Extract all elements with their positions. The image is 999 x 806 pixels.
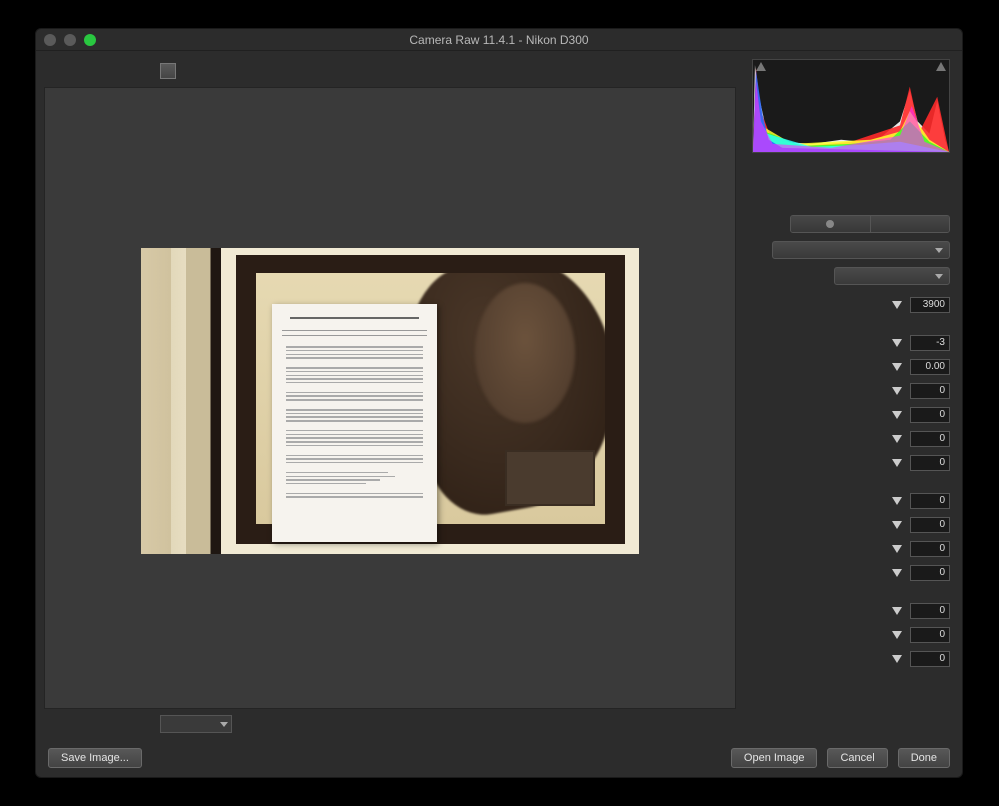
slider-saturation: 0 — [752, 599, 950, 623]
slider-value[interactable]: 0 — [910, 603, 950, 619]
slider-value[interactable]: 0 — [910, 541, 950, 557]
slider-handle-icon[interactable] — [892, 435, 902, 443]
slider-handle-icon[interactable] — [892, 301, 902, 309]
content-area: 3900 -3 0.00 0 0 0 0 0 0 0 0 0 0 0 — [36, 51, 962, 739]
slider-temperature: 3900 — [752, 293, 950, 317]
slider-shadows: 0 — [752, 427, 950, 451]
slider-handle-icon[interactable] — [892, 545, 902, 553]
shadow-clip-warning-icon[interactable] — [756, 62, 766, 71]
slider-value[interactable]: 0 — [910, 565, 950, 581]
tool-button[interactable] — [160, 63, 176, 79]
slider-vibrance: 0 — [752, 561, 950, 585]
main-pane — [36, 51, 744, 739]
slider-value[interactable]: 0 — [910, 627, 950, 643]
chevron-down-icon — [935, 248, 943, 253]
slider-handle-icon[interactable] — [892, 607, 902, 615]
profile-dropdown[interactable] — [772, 241, 950, 259]
close-window-button[interactable] — [44, 34, 56, 46]
slider-value[interactable]: 0 — [910, 431, 950, 447]
slider-handle-icon[interactable] — [892, 497, 902, 505]
window-title: Camera Raw 11.4.1 - Nikon D300 — [36, 33, 962, 47]
preview-image — [141, 248, 639, 554]
open-image-button[interactable]: Open Image — [731, 748, 818, 768]
slider-highlights: 0 — [752, 403, 950, 427]
mode-segment-a[interactable] — [791, 216, 871, 232]
white-balance-dropdown[interactable] — [834, 267, 950, 285]
slider-handle-icon[interactable] — [892, 631, 902, 639]
slider-handle-icon[interactable] — [892, 655, 902, 663]
app-window: Camera Raw 11.4.1 - Nikon D300 — [35, 28, 963, 778]
mode-segment-b[interactable] — [871, 216, 950, 232]
zoom-window-button[interactable] — [84, 34, 96, 46]
minimize-window-button[interactable] — [64, 34, 76, 46]
footer: Save Image... Open Image Cancel Done — [36, 739, 962, 777]
histogram-plot — [753, 60, 949, 152]
toolbar — [44, 59, 736, 83]
done-button[interactable]: Done — [898, 748, 950, 768]
slider-tint: -3 — [752, 331, 950, 355]
slider-value[interactable]: 0 — [910, 651, 950, 667]
slider-extra2: 0 — [752, 647, 950, 671]
zoom-select[interactable] — [160, 715, 232, 733]
slider-handle-icon[interactable] — [892, 411, 902, 419]
slider-value[interactable]: 0 — [910, 407, 950, 423]
chevron-down-icon — [935, 274, 943, 279]
mode-segmented-control[interactable] — [790, 215, 950, 233]
slider-handle-icon[interactable] — [892, 339, 902, 347]
zoom-bar — [44, 709, 736, 739]
slider-blacks: 0 — [752, 489, 950, 513]
slider-handle-icon[interactable] — [892, 459, 902, 467]
slider-value[interactable]: 3900 — [910, 297, 950, 313]
slider-exposure: 0.00 — [752, 355, 950, 379]
chevron-down-icon — [220, 722, 228, 727]
slider-dehaze: 0 — [752, 537, 950, 561]
slider-handle-icon[interactable] — [892, 387, 902, 395]
slider-value[interactable]: 0 — [910, 493, 950, 509]
slider-clarity: 0 — [752, 513, 950, 537]
slider-value[interactable]: 0.00 — [910, 359, 950, 375]
image-canvas[interactable] — [44, 87, 736, 709]
adjustments-panel: 3900 -3 0.00 0 0 0 0 0 0 0 0 0 0 0 — [744, 51, 962, 739]
save-image-button[interactable]: Save Image... — [48, 748, 142, 768]
slider-value[interactable]: 0 — [910, 517, 950, 533]
slider-value[interactable]: -3 — [910, 335, 950, 351]
histogram[interactable] — [752, 59, 950, 153]
slider-extra: 0 — [752, 623, 950, 647]
slider-contrast: 0 — [752, 379, 950, 403]
slider-handle-icon[interactable] — [892, 521, 902, 529]
slider-handle-icon[interactable] — [892, 363, 902, 371]
slider-value[interactable]: 0 — [910, 455, 950, 471]
slider-whites: 0 — [752, 451, 950, 475]
slider-handle-icon[interactable] — [892, 569, 902, 577]
slider-value[interactable]: 0 — [910, 383, 950, 399]
window-controls — [44, 34, 96, 46]
dot-icon — [826, 220, 834, 228]
sliders-group: 3900 -3 0.00 0 0 0 0 0 0 0 0 0 0 0 — [752, 293, 950, 739]
titlebar: Camera Raw 11.4.1 - Nikon D300 — [36, 29, 962, 51]
highlight-clip-warning-icon[interactable] — [936, 62, 946, 71]
cancel-button[interactable]: Cancel — [827, 748, 887, 768]
